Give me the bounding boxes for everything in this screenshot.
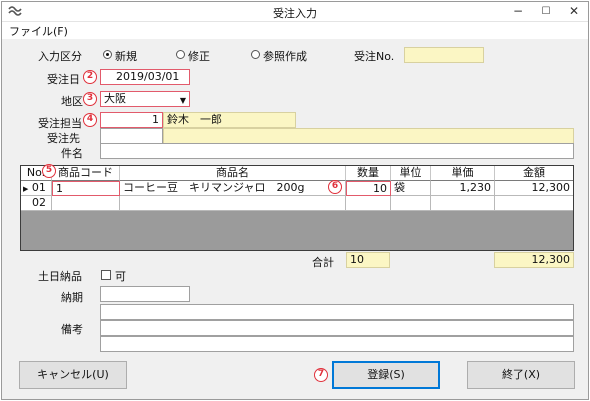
- staff-code-field[interactable]: 1: [100, 112, 163, 128]
- table-row-2-unit[interactable]: [391, 196, 431, 211]
- cancel-button[interactable]: キャンセル(U): [19, 361, 127, 389]
- table-row-2-amount: [495, 196, 573, 211]
- radio-edit[interactable]: [176, 50, 185, 59]
- order-date-label: 受注日: [47, 73, 80, 86]
- remarks-label: 備考: [61, 323, 83, 336]
- col-header-name[interactable]: 商品名: [120, 166, 346, 181]
- region-label: 地区: [61, 95, 83, 108]
- remarks-line-2[interactable]: [100, 320, 574, 336]
- title-bar: 受注入力 − ☐ ✕: [2, 2, 588, 22]
- chevron-down-icon[interactable]: ▼: [180, 94, 186, 106]
- total-label: 合計: [312, 256, 334, 269]
- customer-name-field: [163, 128, 574, 144]
- region-select[interactable]: 大阪 ▼: [100, 91, 190, 107]
- minimize-button[interactable]: −: [504, 2, 532, 21]
- callout-2-icon: 2: [83, 70, 97, 84]
- table-row-1-unit[interactable]: 袋: [391, 181, 431, 196]
- radio-copy[interactable]: [251, 50, 260, 59]
- table-row-1-price[interactable]: 1,230: [431, 181, 495, 196]
- customer-label: 受注先: [47, 132, 80, 145]
- total-qty-field: 10: [346, 252, 390, 268]
- table-row-2-no[interactable]: 02: [21, 196, 52, 211]
- menu-bar: ファイル(F): [2, 22, 588, 39]
- radio-new[interactable]: [103, 50, 112, 59]
- order-no-field: [404, 47, 484, 63]
- order-date-field[interactable]: 2019/03/01: [100, 69, 190, 85]
- order-no-label: 受注No.: [354, 50, 395, 63]
- remarks-line-3[interactable]: [100, 336, 574, 352]
- callout-5-icon: 5: [42, 164, 56, 178]
- exit-button[interactable]: 終了(X): [467, 361, 575, 389]
- customer-code-field[interactable]: [100, 128, 163, 144]
- col-header-code[interactable]: 商品コード: [52, 166, 120, 181]
- col-header-amount[interactable]: 金額: [495, 166, 573, 181]
- register-button[interactable]: 登録(S): [332, 361, 440, 389]
- radio-new-label[interactable]: 新規: [115, 48, 137, 64]
- table-row-1-qty[interactable]: 10: [346, 181, 391, 196]
- staff-label: 受注担当: [38, 117, 82, 130]
- col-header-unit[interactable]: 単位: [391, 166, 431, 181]
- weekend-checkbox[interactable]: [101, 270, 111, 280]
- callout-4-icon: 4: [83, 113, 97, 127]
- maximize-button[interactable]: ☐: [532, 2, 560, 21]
- region-value: 大阪: [104, 92, 126, 105]
- subject-label: 件名: [61, 147, 83, 160]
- callout-7-icon: 7: [314, 368, 328, 382]
- order-entry-window: 受注入力 − ☐ ✕ ファイル(F) 入力区分 新規 修正 参照作成 受注No.…: [1, 1, 589, 400]
- order-lines-grid[interactable]: No. 商品コード 商品名 数量 単位 単価 金額 ▶ 01 1 コーヒー豆 キ…: [20, 165, 574, 251]
- window-title: 受注入力: [273, 7, 317, 20]
- callout-3-icon: 3: [83, 92, 97, 106]
- table-row-2-name[interactable]: [120, 196, 346, 211]
- weekend-checkbox-label[interactable]: 可: [115, 268, 126, 284]
- close-button[interactable]: ✕: [560, 2, 588, 21]
- col-header-qty[interactable]: 数量: [346, 166, 391, 181]
- table-row-1-amount: 12,300: [495, 181, 573, 196]
- current-row-icon: ▶: [23, 185, 29, 193]
- weekend-label: 土日納品: [38, 270, 82, 283]
- table-row-1-code[interactable]: 1: [52, 181, 120, 196]
- delivery-date-field[interactable]: [100, 286, 190, 302]
- menu-file[interactable]: ファイル(F): [9, 23, 68, 39]
- radio-edit-label[interactable]: 修正: [188, 48, 210, 64]
- radio-copy-label[interactable]: 参照作成: [263, 48, 307, 64]
- remarks-line-1[interactable]: [100, 304, 574, 320]
- order-type-label: 入力区分: [38, 50, 82, 63]
- table-row-2-price[interactable]: [431, 196, 495, 211]
- delivery-label: 納期: [61, 291, 83, 304]
- table-row-1-no[interactable]: ▶ 01: [21, 181, 52, 196]
- table-row-1-name[interactable]: コーヒー豆 キリマンジャロ 200g: [120, 181, 346, 196]
- row-number: 01: [31, 181, 46, 194]
- table-row-2-qty[interactable]: [346, 196, 391, 211]
- subject-field[interactable]: [100, 143, 574, 159]
- callout-6-icon: 6: [328, 180, 342, 194]
- total-amount-field: 12,300: [494, 252, 574, 268]
- table-row-2-code[interactable]: [52, 196, 120, 211]
- staff-name-field: 鈴木 一郎: [163, 112, 296, 128]
- row-number: 02: [32, 196, 46, 209]
- col-header-price[interactable]: 単価: [431, 166, 495, 181]
